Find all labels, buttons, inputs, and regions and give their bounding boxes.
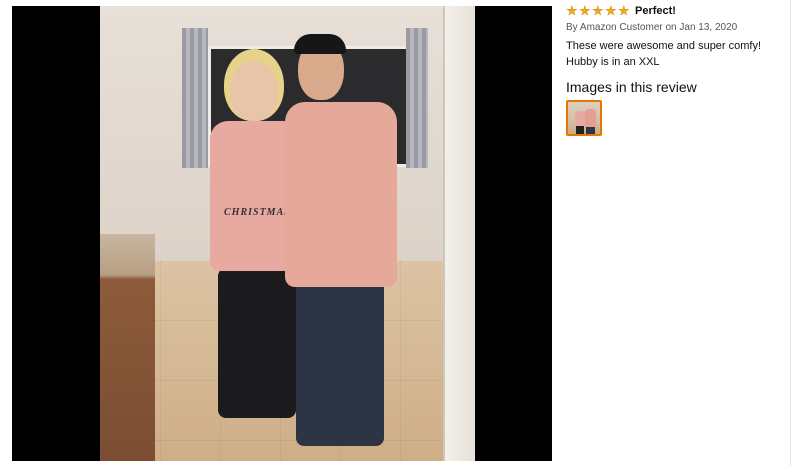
- sweater-lettering: CHRISTMAS: [224, 207, 291, 218]
- star-rating: ★ ★ ★ ★ ★: [566, 3, 631, 19]
- star-icon: ★: [592, 3, 604, 19]
- review-image-thumbnail[interactable]: [566, 100, 602, 136]
- star-icon: ★: [605, 3, 617, 19]
- review-photo[interactable]: CHRISTMAS: [100, 6, 475, 461]
- thumb-figure-left: [575, 111, 585, 127]
- review-byline: By Amazon Customer on Jan 13, 2020: [566, 22, 738, 33]
- man-figure-legs: [296, 276, 384, 446]
- thumb-legs-right: [586, 127, 595, 134]
- photo-curtain-left: [182, 28, 208, 168]
- star-icon: ★: [566, 3, 578, 19]
- star-icon: ★: [618, 3, 630, 19]
- thumb-legs-left: [576, 126, 584, 134]
- image-viewer[interactable]: CHRISTMAS: [12, 6, 552, 461]
- woman-figure-head: [230, 61, 278, 121]
- thumb-figure-right: [585, 109, 596, 128]
- review-headline: ★ ★ ★ ★ ★ Perfect!: [566, 3, 790, 19]
- photo-curtain-right: [406, 28, 428, 168]
- photo-door: [443, 6, 475, 461]
- review-title: Perfect!: [635, 5, 676, 17]
- review-body: These were awesome and super comfy! Hubb…: [566, 40, 762, 68]
- photo-counter: [100, 234, 155, 461]
- star-icon: ★: [579, 3, 591, 19]
- review-panel: ★ ★ ★ ★ ★ Perfect! By Amazon Customer on…: [566, 3, 790, 136]
- woman-figure-legs: [218, 268, 296, 418]
- review-image-modal: CHRISTMAS ★ ★ ★ ★ ★ Perfect! By Amazon C…: [0, 0, 800, 466]
- images-heading: Images in this review: [566, 79, 697, 95]
- man-figure-sweater: [285, 102, 397, 287]
- scrollbar[interactable]: [790, 0, 800, 466]
- man-figure-cap: [294, 34, 346, 54]
